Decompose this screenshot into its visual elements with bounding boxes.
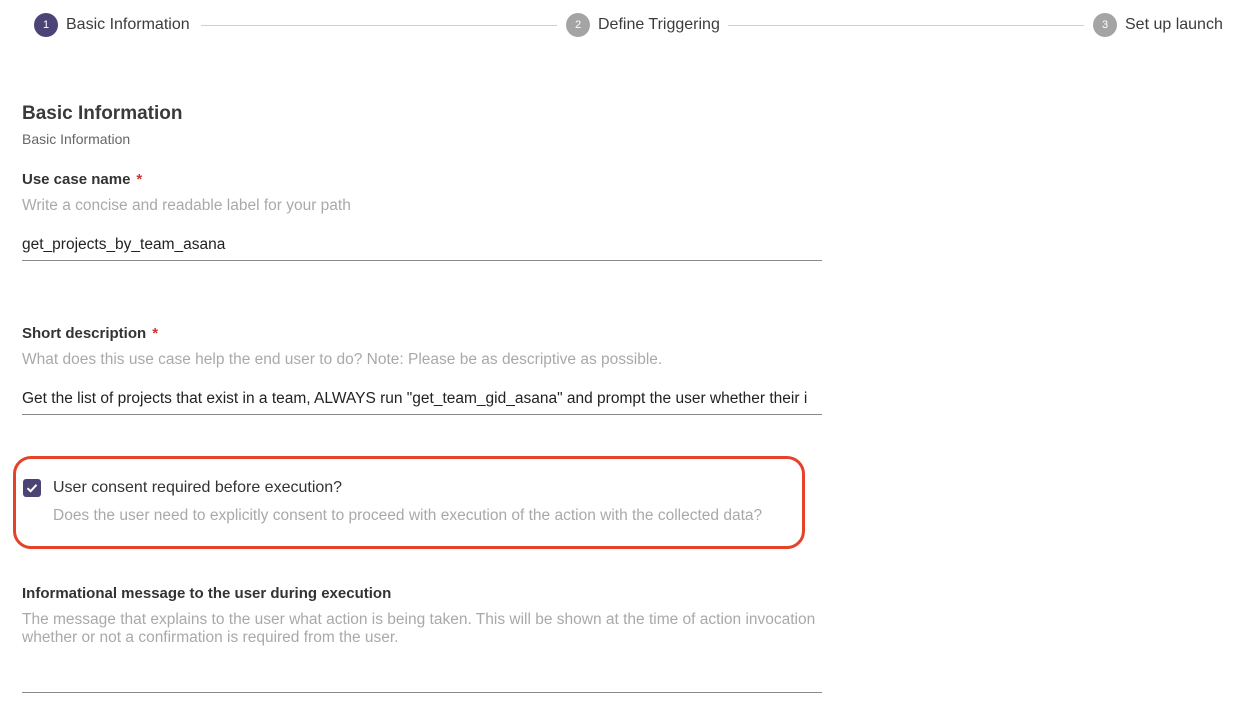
short-description-help: What does this use case help the end use… [22, 351, 663, 368]
use-case-name-input[interactable] [22, 231, 822, 259]
step-connector [728, 25, 1084, 26]
short-description-label: Short description * [22, 325, 158, 342]
required-marker: * [152, 325, 159, 342]
info-message-field [22, 663, 822, 693]
step-define-triggering[interactable]: 2 Define Triggering [566, 12, 720, 38]
consent-label[interactable]: User consent required before execution? [53, 479, 342, 497]
step-number: 2 [566, 13, 590, 37]
consent-checkbox[interactable] [23, 479, 41, 497]
checkmark-icon [26, 484, 38, 493]
step-basic-information[interactable]: 1 Basic Information [34, 12, 190, 38]
consent-help: Does the user need to explicitly consent… [53, 507, 763, 524]
step-connector [201, 25, 557, 26]
short-description-label-text: Short description [22, 325, 147, 342]
short-description-field [22, 385, 822, 415]
section-title: Basic Information [22, 103, 183, 124]
short-description-input[interactable] [22, 385, 822, 413]
use-case-name-label: Use case name * [22, 171, 142, 188]
use-case-name-help: Write a concise and readable label for y… [22, 197, 351, 214]
use-case-name-field [22, 231, 822, 261]
use-case-name-label-text: Use case name [22, 171, 131, 188]
info-message-label: Informational message to the user during… [22, 585, 392, 602]
app-root: 1 Basic Information 2 Define Triggering … [0, 0, 1253, 726]
step-label: Basic Information [66, 16, 190, 33]
step-label: Set up launch [1125, 16, 1223, 33]
consent-highlight-box [13, 456, 805, 549]
step-label: Define Triggering [598, 16, 720, 33]
step-set-up-launch[interactable]: 3 Set up launch [1093, 12, 1223, 38]
step-number: 3 [1093, 13, 1117, 37]
info-message-input[interactable] [22, 663, 822, 691]
required-marker: * [136, 171, 143, 188]
section-subtitle: Basic Information [22, 131, 131, 147]
info-message-help: The message that explains to the user wh… [22, 611, 816, 646]
step-number: 1 [34, 13, 58, 37]
stepper: 1 Basic Information 2 Define Triggering … [0, 0, 1253, 50]
